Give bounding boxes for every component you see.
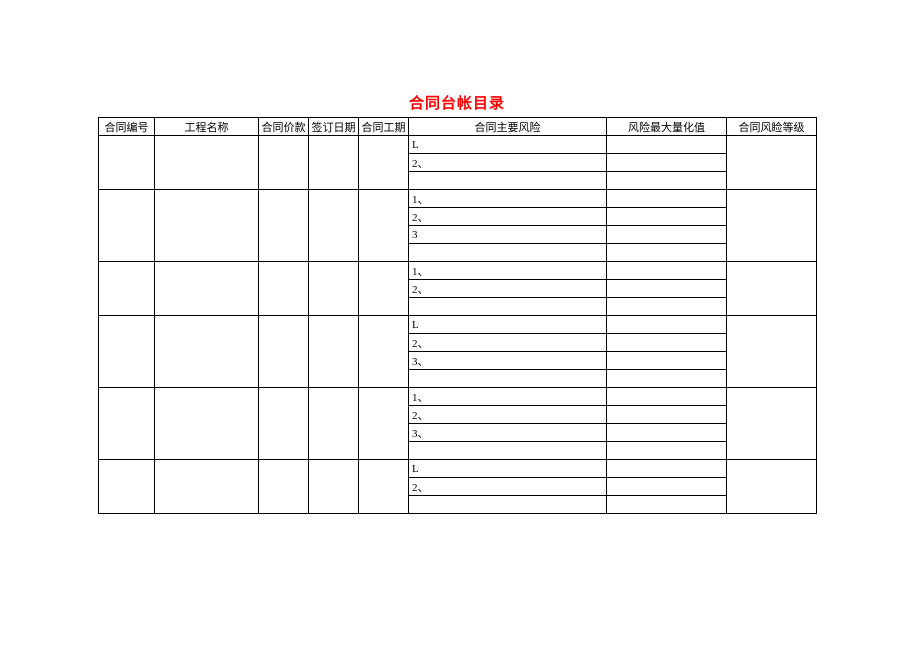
risk-level-g2	[727, 262, 817, 316]
cell-g0-c3	[259, 136, 309, 190]
cell-g0-c1	[99, 136, 155, 190]
cell-g5-c1	[99, 460, 155, 514]
risk-value-g0-r2	[607, 172, 727, 190]
risk-main-g3-r3	[409, 370, 607, 388]
header-c4: 签订日期	[309, 118, 359, 136]
risk-main-g1-r2: 3	[409, 226, 607, 244]
cell-g5-c3	[259, 460, 309, 514]
risk-main-g3-r2: 3、	[409, 352, 607, 370]
risk-value-g3-r3	[607, 370, 727, 388]
risk-value-g1-r3	[607, 244, 727, 262]
cell-g5-c2	[155, 460, 259, 514]
risk-level-g1	[727, 190, 817, 262]
risk-value-g1-r2	[607, 226, 727, 244]
header-c8: 合同风睑等级	[727, 118, 817, 136]
cell-g2-c1	[99, 262, 155, 316]
risk-value-g2-r0	[607, 262, 727, 280]
risk-main-g0-r1: 2、	[409, 154, 607, 172]
cell-g2-c3	[259, 262, 309, 316]
cell-g2-c5	[359, 262, 409, 316]
cell-g1-c4	[309, 190, 359, 262]
header-c1: 合同编号	[99, 118, 155, 136]
cell-g4-c2	[155, 388, 259, 460]
cell-g1-c2	[155, 190, 259, 262]
risk-value-g3-r1	[607, 334, 727, 352]
risk-main-g0-r2	[409, 172, 607, 190]
risk-value-g2-r2	[607, 298, 727, 316]
risk-main-g5-r2	[409, 496, 607, 514]
risk-value-g4-r2	[607, 424, 727, 442]
risk-main-g1-r3	[409, 244, 607, 262]
cell-g1-c3	[259, 190, 309, 262]
cell-g3-c4	[309, 316, 359, 388]
risk-level-g0	[727, 136, 817, 190]
risk-level-g4	[727, 388, 817, 460]
risk-value-g1-r1	[607, 208, 727, 226]
cell-g0-c4	[309, 136, 359, 190]
risk-value-g5-r2	[607, 496, 727, 514]
header-c5: 合同工期	[359, 118, 409, 136]
risk-value-g4-r0	[607, 388, 727, 406]
risk-value-g5-r1	[607, 478, 727, 496]
risk-main-g0-r0: L	[409, 136, 607, 154]
risk-main-g4-r0: 1、	[409, 388, 607, 406]
ledger-table: 合同编号工程名称合同价款签订日期合同工期合同主要风险风险最大量化值合同风睑等级 L…	[98, 117, 817, 514]
cell-g3-c3	[259, 316, 309, 388]
cell-g1-c1	[99, 190, 155, 262]
risk-value-g0-r1	[607, 154, 727, 172]
cell-g3-c2	[155, 316, 259, 388]
risk-main-g3-r1: 2、	[409, 334, 607, 352]
cell-g3-c1	[99, 316, 155, 388]
cell-g0-c5	[359, 136, 409, 190]
risk-main-g4-r3	[409, 442, 607, 460]
risk-main-g3-r0: L	[409, 316, 607, 334]
risk-level-g3	[727, 316, 817, 388]
cell-g4-c1	[99, 388, 155, 460]
risk-main-g2-r0: 1、	[409, 262, 607, 280]
cell-g5-c5	[359, 460, 409, 514]
page-title: 合同台帐目录	[98, 92, 816, 113]
header-c7: 风险最大量化值	[607, 118, 727, 136]
cell-g2-c2	[155, 262, 259, 316]
header-c2: 工程名称	[155, 118, 259, 136]
cell-g0-c2	[155, 136, 259, 190]
risk-level-g5	[727, 460, 817, 514]
risk-main-g4-r2: 3、	[409, 424, 607, 442]
risk-value-g4-r3	[607, 442, 727, 460]
risk-main-g1-r0: 1、	[409, 190, 607, 208]
header-c6: 合同主要风险	[409, 118, 607, 136]
risk-main-g5-r0: L	[409, 460, 607, 478]
risk-value-g1-r0	[607, 190, 727, 208]
cell-g4-c3	[259, 388, 309, 460]
cell-g2-c4	[309, 262, 359, 316]
risk-value-g4-r1	[607, 406, 727, 424]
risk-value-g3-r2	[607, 352, 727, 370]
risk-value-g5-r0	[607, 460, 727, 478]
risk-main-g4-r1: 2、	[409, 406, 607, 424]
cell-g1-c5	[359, 190, 409, 262]
risk-value-g3-r0	[607, 316, 727, 334]
cell-g5-c4	[309, 460, 359, 514]
risk-main-g2-r1: 2、	[409, 280, 607, 298]
risk-main-g1-r1: 2、	[409, 208, 607, 226]
cell-g4-c4	[309, 388, 359, 460]
cell-g4-c5	[359, 388, 409, 460]
risk-value-g2-r1	[607, 280, 727, 298]
risk-main-g5-r1: 2、	[409, 478, 607, 496]
cell-g3-c5	[359, 316, 409, 388]
risk-value-g0-r0	[607, 136, 727, 154]
header-c3: 合同价款	[259, 118, 309, 136]
risk-main-g2-r2	[409, 298, 607, 316]
